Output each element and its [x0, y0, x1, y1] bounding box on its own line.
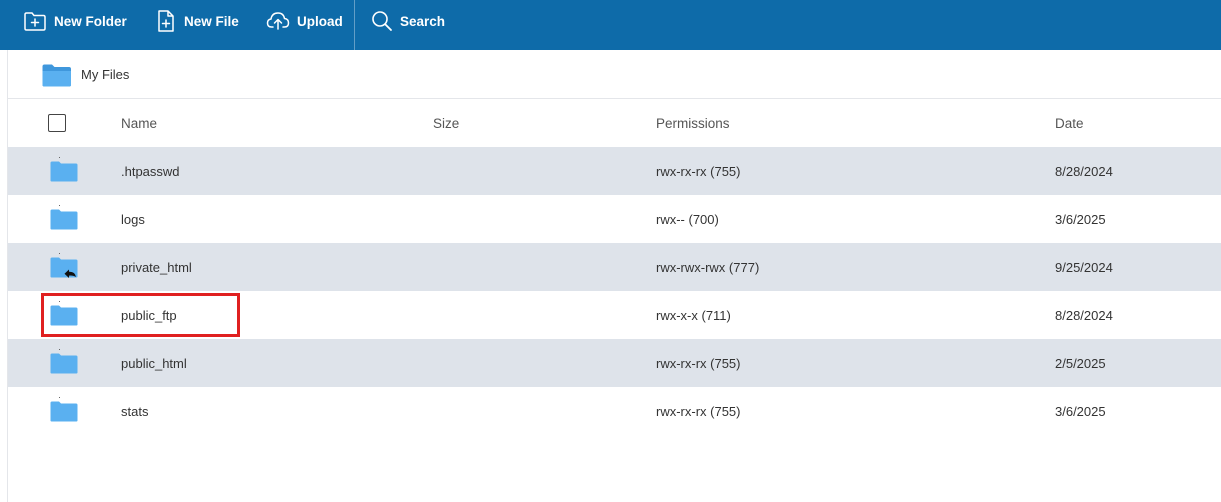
- column-header-name[interactable]: Name: [121, 116, 157, 131]
- breadcrumb-label[interactable]: My Files: [81, 67, 129, 82]
- folder-icon: [50, 353, 78, 377]
- column-header-size[interactable]: Size: [433, 116, 459, 131]
- file-permissions: rwx-rx-rx (755): [656, 164, 741, 179]
- file-date: 3/6/2025: [1055, 212, 1106, 227]
- search-icon: [371, 10, 393, 32]
- folder-icon: [50, 401, 78, 425]
- folder-icon: [50, 305, 78, 329]
- new-folder-label: New Folder: [54, 13, 127, 29]
- file-name[interactable]: .htpasswd: [121, 164, 180, 179]
- file-panel: My Files Name Size Permissions Date .htp…: [7, 50, 1221, 502]
- breadcrumb: My Files: [8, 50, 1221, 99]
- toolbar-divider: [354, 0, 355, 50]
- file-permissions: rwx-rwx-rwx (777): [656, 260, 760, 275]
- file-date: 8/28/2024: [1055, 164, 1113, 179]
- file-date: 3/6/2025: [1055, 404, 1106, 419]
- file-date: 9/25/2024: [1055, 260, 1113, 275]
- search-label: Search: [400, 13, 446, 29]
- file-plus-icon: [155, 9, 177, 33]
- select-all-checkbox[interactable]: [48, 114, 66, 132]
- file-name[interactable]: stats: [121, 404, 148, 419]
- table-row[interactable]: logs rwx-- (700) 3/6/2025: [8, 195, 1221, 243]
- file-name[interactable]: public_ftp: [121, 308, 177, 323]
- file-permissions: rwx-rx-rx (755): [656, 356, 741, 371]
- new-folder-button[interactable]: New Folder: [23, 0, 127, 42]
- row-marker: [59, 349, 60, 350]
- file-permissions: rwx-- (700): [656, 212, 719, 227]
- table-row[interactable]: public_ftp rwx-x-x (711) 8/28/2024: [8, 291, 1221, 339]
- table-row[interactable]: public_html rwx-rx-rx (755) 2/5/2025: [8, 339, 1221, 387]
- folder-plus-icon: [23, 10, 47, 32]
- upload-button[interactable]: Upload: [266, 0, 343, 42]
- cloud-upload-icon: [266, 10, 290, 32]
- folder-icon: [50, 161, 78, 185]
- file-date: 2/5/2025: [1055, 356, 1106, 371]
- row-marker: [59, 253, 60, 254]
- column-header-date[interactable]: Date: [1055, 116, 1084, 131]
- row-marker: [59, 301, 60, 302]
- table-row[interactable]: private_html rwx-rwx-rwx (777) 9/25/2024: [8, 243, 1221, 291]
- row-marker: [59, 397, 60, 398]
- new-file-label: New File: [184, 13, 239, 29]
- row-marker: [59, 157, 60, 158]
- table-row[interactable]: stats rwx-rx-rx (755) 3/6/2025: [8, 387, 1221, 435]
- file-name[interactable]: public_html: [121, 356, 187, 371]
- upload-label: Upload: [297, 13, 343, 29]
- row-marker: [59, 205, 60, 206]
- folder-icon: [50, 209, 78, 233]
- toolbar: New Folder New File Upload Search: [0, 0, 1221, 50]
- folder-shortcut-icon: [50, 257, 80, 284]
- new-file-button[interactable]: New File: [155, 0, 239, 42]
- table-header: Name Size Permissions Date: [8, 99, 1221, 147]
- file-permissions: rwx-x-x (711): [656, 308, 731, 323]
- file-permissions: rwx-rx-rx (755): [656, 404, 741, 419]
- folder-icon[interactable]: [42, 64, 72, 92]
- file-name[interactable]: logs: [121, 212, 145, 227]
- file-date: 8/28/2024: [1055, 308, 1113, 323]
- search-button[interactable]: Search: [371, 0, 445, 42]
- table-row[interactable]: .htpasswd rwx-rx-rx (755) 8/28/2024: [8, 147, 1221, 195]
- file-name[interactable]: private_html: [121, 260, 192, 275]
- column-header-permissions[interactable]: Permissions: [656, 116, 730, 131]
- file-list: .htpasswd rwx-rx-rx (755) 8/28/2024 logs…: [8, 147, 1221, 435]
